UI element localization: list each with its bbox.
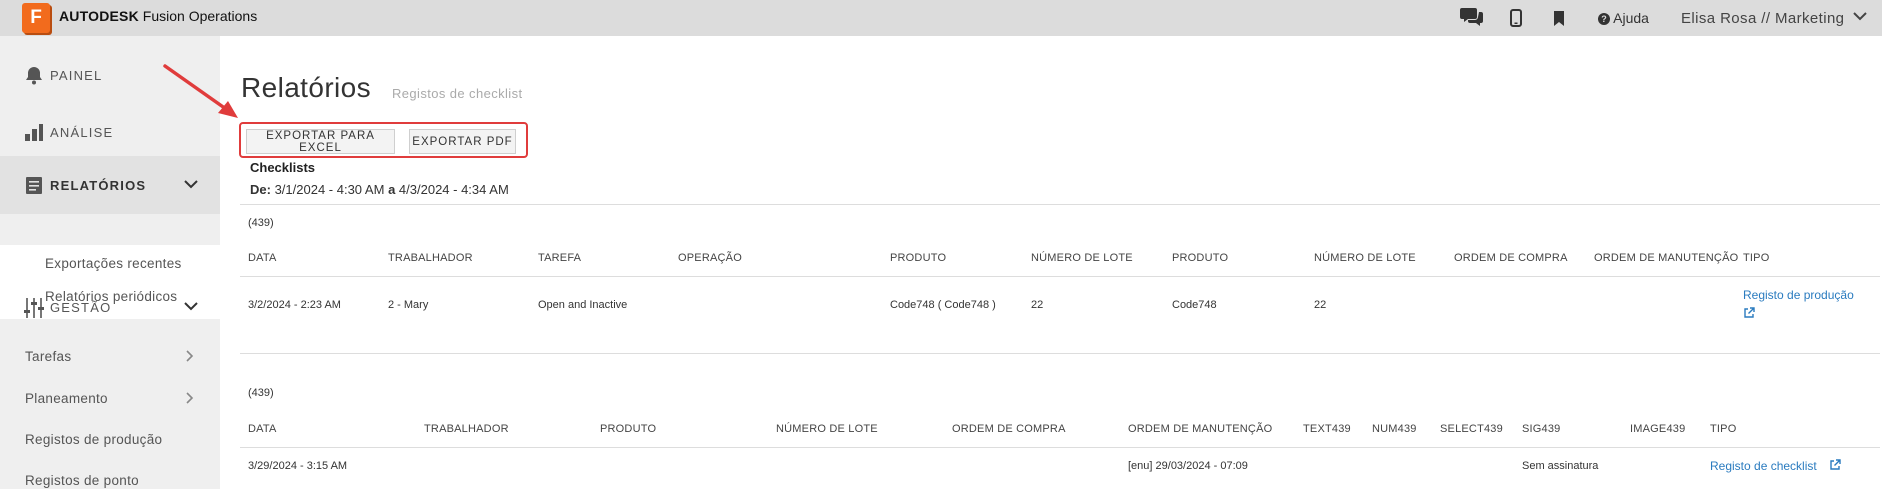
range-from-label: De: xyxy=(250,182,271,197)
range-to-label: a xyxy=(388,182,396,197)
range-from: 3/1/2024 - 4:30 AM xyxy=(274,182,385,197)
table-header: TRABALHADOR xyxy=(388,252,473,264)
top-bar: F AUTODESK Fusion Operations ? Ajuda Eli… xyxy=(0,0,1882,36)
bookmark-icon[interactable] xyxy=(1553,11,1565,30)
table-header: ORDEM DE MANUTENÇÃO xyxy=(1594,252,1739,264)
chevron-down-icon[interactable] xyxy=(184,178,198,192)
external-link-icon[interactable] xyxy=(1829,459,1841,474)
chat-icon[interactable] xyxy=(1460,6,1484,32)
table-header: TIPO xyxy=(1710,423,1737,435)
table-header: TIPO xyxy=(1743,252,1770,264)
table-header: IMAGE439 xyxy=(1630,423,1686,435)
sidebar-link-planeamento[interactable]: Planeamento xyxy=(25,391,108,406)
app-logo[interactable]: F xyxy=(22,3,50,33)
brand-name: AUTODESK Fusion Operations xyxy=(59,8,257,24)
range-to: 4/3/2024 - 4:34 AM xyxy=(398,182,509,197)
bell-icon xyxy=(24,65,44,85)
sidebar-item-label: GESTÃO xyxy=(50,299,112,315)
chevron-right-icon[interactable] xyxy=(186,350,194,365)
mobile-icon[interactable] xyxy=(1510,9,1522,31)
brand-rest: Fusion Operations xyxy=(142,8,258,24)
submenu-item-recent-exports[interactable]: Exportações recentes xyxy=(45,256,182,271)
table-header: NUM439 xyxy=(1372,423,1417,435)
divider xyxy=(240,204,1880,205)
table-header: ORDEM DE COMPRA xyxy=(952,423,1066,435)
checklist-record-link[interactable]: Registo de checklist xyxy=(1710,459,1817,473)
sliders-icon xyxy=(24,297,44,318)
sidebar-link-registos-ponto[interactable]: Registos de ponto xyxy=(25,473,139,488)
table-header: SIG439 xyxy=(1522,423,1561,435)
table-cell: Open and Inactive xyxy=(538,299,628,311)
table-header: TRABALHADOR xyxy=(424,423,509,435)
table-cell: Code748 xyxy=(1172,299,1217,311)
logo-letter: F xyxy=(30,7,42,28)
table-cell: 3/2/2024 - 2:23 AM xyxy=(248,299,341,311)
sidebar-link-registos-producao[interactable]: Registos de produção xyxy=(25,432,162,447)
chevron-down-icon[interactable] xyxy=(184,300,198,314)
sidebar-item-label: PAINEL xyxy=(50,67,103,83)
result-count: (439) xyxy=(248,387,274,399)
table-header: DATA xyxy=(248,252,277,264)
table-header: PRODUTO xyxy=(890,252,947,264)
page-title: Relatórios xyxy=(241,72,372,103)
production-record-link[interactable]: Registo de produção xyxy=(1743,288,1854,302)
table-header: NÚMERO DE LOTE xyxy=(1314,252,1416,264)
table-header: TAREFA xyxy=(538,252,582,264)
table-header: NÚMERO DE LOTE xyxy=(776,423,878,435)
table-cell: 2 - Mary xyxy=(388,299,429,311)
report-icon xyxy=(24,175,44,195)
divider xyxy=(240,353,1880,354)
sidebar: PAINEL ANÁLISE RELATÓRIOS Exportações re… xyxy=(0,36,220,489)
table-cell: 3/29/2024 - 3:15 AM xyxy=(248,460,348,472)
section-label: Checklists xyxy=(250,160,316,175)
sidebar-item-relatorios[interactable]: RELATÓRIOS xyxy=(0,156,220,214)
result-count: (439) xyxy=(248,217,274,229)
table-header: ORDEM DE COMPRA xyxy=(1454,252,1568,264)
brand-bold: AUTODESK xyxy=(59,8,139,24)
help-label: Ajuda xyxy=(1613,10,1649,26)
table-cell: 22 xyxy=(1314,299,1327,311)
sidebar-item-painel[interactable]: PAINEL xyxy=(0,46,220,104)
export-pdf-button[interactable]: EXPORTAR PDF xyxy=(409,129,516,154)
table-cell: Sem assinatura xyxy=(1522,460,1599,472)
table-cell: 22 xyxy=(1031,299,1044,311)
page-subtitle: Registos de checklist xyxy=(392,86,523,101)
table-cell: [enu] 29/03/2024 - 07:09 xyxy=(1128,460,1248,472)
chevron-right-icon[interactable] xyxy=(186,392,194,407)
table-header: OPERAÇÃO xyxy=(678,252,742,264)
table-header: PRODUTO xyxy=(1172,252,1229,264)
table-header: TEXT439 xyxy=(1303,423,1351,435)
chevron-down-icon[interactable] xyxy=(1853,9,1867,24)
help-link[interactable]: ? Ajuda xyxy=(1598,10,1649,26)
sidebar-item-label: ANÁLISE xyxy=(50,124,114,140)
table-header-divider xyxy=(240,276,1880,277)
sidebar-item-analise[interactable]: ANÁLISE xyxy=(0,103,220,161)
table-header: SELECT439 xyxy=(1440,423,1503,435)
user-menu[interactable]: Elisa Rosa // Marketing xyxy=(1681,10,1844,27)
export-excel-button[interactable]: EXPORTAR PARA EXCEL xyxy=(246,129,395,154)
table-header: PRODUTO xyxy=(600,423,657,435)
sidebar-item-label: RELATÓRIOS xyxy=(50,177,147,193)
table-header: NÚMERO DE LOTE xyxy=(1031,252,1133,264)
date-range: De: 3/1/2024 - 4:30 AM a 4/3/2024 - 4:34… xyxy=(250,182,509,197)
table-header-divider xyxy=(240,447,1880,448)
table-cell: Code748 ( Code748 ) xyxy=(890,299,996,311)
sidebar-link-tarefas[interactable]: Tarefas xyxy=(25,349,71,364)
table-header: ORDEM DE MANUTENÇÃO xyxy=(1128,423,1273,435)
question-icon: ? xyxy=(1598,13,1610,25)
bar-chart-icon xyxy=(24,122,44,142)
sidebar-item-gestao[interactable]: GESTÃO xyxy=(0,278,220,336)
external-link-icon[interactable] xyxy=(1743,307,1755,322)
table-header: DATA xyxy=(248,423,277,435)
